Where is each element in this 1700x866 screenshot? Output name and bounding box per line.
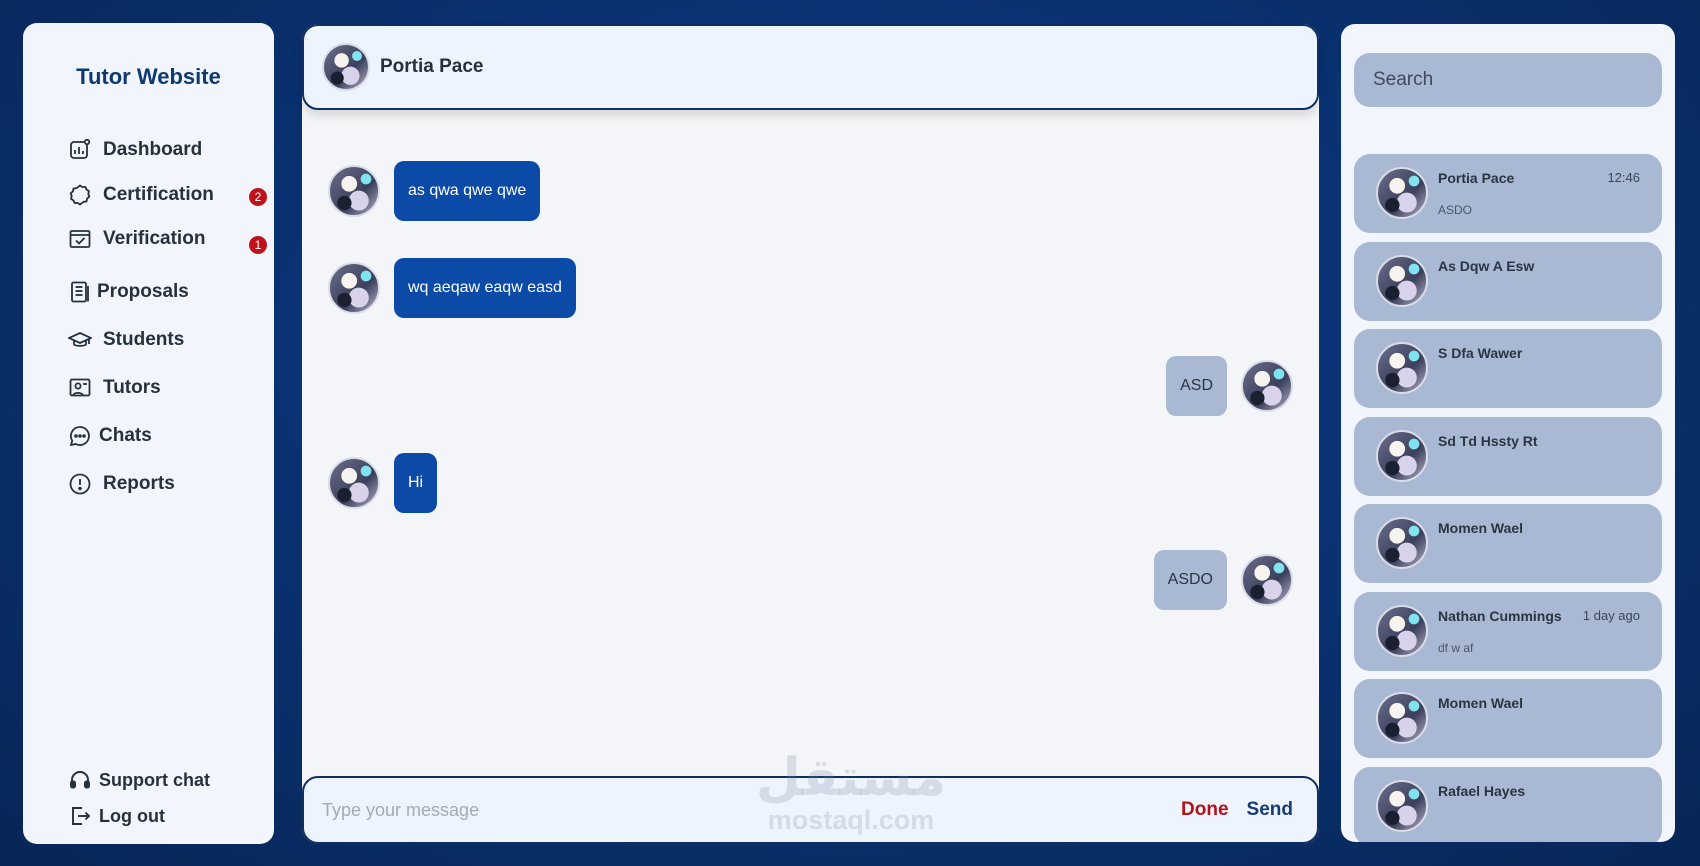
verification-count-badge: 1 xyxy=(247,234,269,256)
conversation-time: 1 day ago xyxy=(1582,608,1640,623)
sidebar: Tutor Website Dashboard Certification 2 … xyxy=(23,23,274,844)
outgoing-message[interactable]: ASDO xyxy=(1153,550,1227,610)
conversation-item[interactable]: Nathan Cummings 1 day ago df w af xyxy=(1354,592,1662,671)
headset-icon xyxy=(67,767,93,793)
sidebar-item-proposals[interactable]: Proposals xyxy=(67,277,189,307)
message-input[interactable] xyxy=(322,799,1182,821)
sidebar-item-label: Chats xyxy=(99,425,152,446)
contact-name: Portia Pace xyxy=(380,56,484,77)
conversation-item[interactable]: Momen Wael xyxy=(1354,504,1662,583)
sender-avatar xyxy=(328,165,380,217)
support-chat-link[interactable]: Support chat xyxy=(67,765,210,795)
own-avatar xyxy=(1241,360,1293,412)
conversation-item[interactable]: Momen Wael xyxy=(1354,679,1662,758)
conversation-preview: ASDO xyxy=(1438,203,1473,217)
sidebar-item-verification[interactable]: Verification xyxy=(67,224,205,254)
conversation-time: 12:46 xyxy=(1607,170,1640,185)
conversation-avatar xyxy=(1376,780,1428,832)
certification-count-badge: 2 xyxy=(247,186,269,208)
sender-avatar xyxy=(328,262,380,314)
graduation-cap-icon xyxy=(67,327,93,353)
logout-button[interactable]: Log out xyxy=(67,801,165,831)
conversation-name: Portia Pace xyxy=(1438,170,1515,186)
sidebar-item-label: Verification xyxy=(103,228,206,249)
conversation-avatar xyxy=(1376,167,1428,219)
incoming-message[interactable]: wq aeqaw eaqw easd xyxy=(394,258,576,318)
message-row: as qwa qwe qwe xyxy=(328,161,541,221)
conversation-avatar xyxy=(1376,342,1428,394)
sidebar-item-chats[interactable]: Chats xyxy=(67,421,152,451)
tutor-board-icon xyxy=(67,375,93,401)
message-row: ASDO xyxy=(1153,550,1293,610)
sidebar-item-label: Certification xyxy=(103,184,214,205)
conversation-avatar xyxy=(1376,517,1428,569)
brand-title: Tutor Website xyxy=(76,64,221,89)
conversation-name: As Dqw A Esw xyxy=(1438,258,1535,274)
conversation-avatar xyxy=(1376,692,1428,744)
message-row: ASD xyxy=(1166,356,1293,416)
message-composer: Done Send xyxy=(302,776,1319,844)
conversation-item[interactable]: S Dfa Wawer xyxy=(1354,329,1662,408)
sidebar-item-label: Tutors xyxy=(103,377,161,398)
outgoing-message[interactable]: ASD xyxy=(1166,356,1227,416)
sidebar-item-reports[interactable]: Reports xyxy=(67,469,175,499)
message-row: wq aeqaw eaqw easd xyxy=(328,258,576,318)
conversation-avatar xyxy=(1376,255,1428,307)
conversation-avatar xyxy=(1376,605,1428,657)
conversation-list-panel: Portia Pace 12:46 ASDO As Dqw A Esw S Df… xyxy=(1341,24,1675,842)
conversation-item[interactable]: Rafael Hayes xyxy=(1354,767,1662,842)
conversation-name: Rafael Hayes xyxy=(1438,783,1526,799)
sidebar-item-certification[interactable]: Certification xyxy=(67,180,214,210)
conversation-name: Momen Wael xyxy=(1438,695,1524,711)
conversation-name: S Dfa Wawer xyxy=(1438,345,1523,361)
sender-avatar xyxy=(328,457,380,509)
conversation-preview: df w af xyxy=(1438,641,1474,655)
conversation-name: Sd Td Hssty Rt xyxy=(1438,433,1538,449)
contact-avatar[interactable] xyxy=(322,43,370,91)
alert-circle-icon xyxy=(67,471,93,497)
sidebar-item-label: Students xyxy=(103,329,185,350)
support-chat-label: Support chat xyxy=(99,769,210,790)
sidebar-item-label: Reports xyxy=(103,473,175,494)
send-button[interactable]: Send xyxy=(1247,799,1293,821)
document-icon xyxy=(67,279,93,305)
conversation-name: Momen Wael xyxy=(1438,520,1524,536)
sidebar-item-dashboard[interactable]: Dashboard xyxy=(67,135,202,165)
incoming-message[interactable]: Hi xyxy=(394,453,438,513)
conversation-item[interactable]: As Dqw A Esw xyxy=(1354,242,1662,321)
incoming-message[interactable]: as qwa qwe qwe xyxy=(394,161,541,221)
logout-label: Log out xyxy=(99,805,165,826)
conversation-avatar xyxy=(1376,430,1428,482)
verification-icon xyxy=(67,226,93,252)
sidebar-item-tutors[interactable]: Tutors xyxy=(67,373,161,403)
sidebar-item-label: Proposals xyxy=(97,281,189,302)
sidebar-item-students[interactable]: Students xyxy=(67,325,184,355)
conversation-item[interactable]: Sd Td Hssty Rt xyxy=(1354,417,1662,496)
chat-panel: Portia Pace as qwa qwe qwe wq aeqaw eaqw… xyxy=(302,24,1319,844)
dashboard-icon xyxy=(67,137,93,163)
logout-icon xyxy=(67,803,93,829)
conversation-name: Nathan Cummings xyxy=(1438,608,1562,624)
chat-bubble-icon xyxy=(67,423,93,449)
chat-header: Portia Pace xyxy=(302,24,1319,110)
own-avatar xyxy=(1241,554,1293,606)
search-input[interactable] xyxy=(1354,53,1662,107)
conversation-item[interactable]: Portia Pace 12:46 ASDO xyxy=(1354,154,1662,233)
certificate-icon xyxy=(67,182,93,208)
message-row: Hi xyxy=(328,453,438,513)
done-button[interactable]: Done xyxy=(1181,799,1229,821)
sidebar-item-label: Dashboard xyxy=(103,139,203,160)
